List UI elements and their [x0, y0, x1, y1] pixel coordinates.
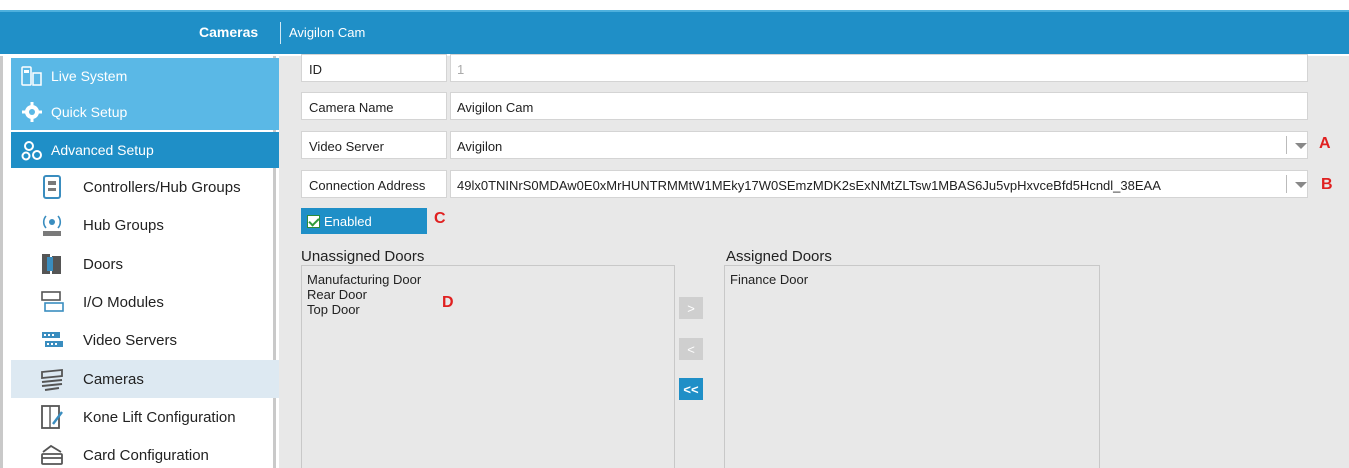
sidebar-item-label: Video Servers [83, 331, 177, 349]
gears-icon [21, 139, 43, 161]
door-icon [39, 251, 65, 277]
sidebar-item-doors[interactable]: Doors [11, 245, 279, 283]
sidebar-item-label: Live System [51, 68, 128, 84]
enabled-checkbox[interactable]: Enabled [301, 208, 427, 234]
list-item[interactable]: Rear Door [302, 287, 674, 302]
header-bar: Cameras Avigilon Cam [0, 10, 1349, 54]
chevron-down-icon[interactable] [1286, 136, 1310, 154]
controller-icon [39, 174, 65, 200]
connection-address-row: Connection Address 49lx0TNINrS0MDAw0E0xM… [301, 170, 1308, 198]
camera-name-label: Camera Name [301, 92, 447, 120]
sidebar-item-io-modules[interactable]: I/O Modules [11, 283, 279, 321]
sidebar: Live System Quick Setup Advanced Setup C… [0, 56, 279, 468]
sidebar-item-label: Cameras [83, 370, 144, 388]
sidebar-item-card-configuration[interactable]: Card Configuration [11, 436, 279, 468]
gear-icon [21, 101, 43, 123]
sidebar-item-label: Card Configuration [83, 446, 209, 464]
id-field: 1 [450, 54, 1308, 82]
sidebar-item-label: Controllers/Hub Groups [83, 178, 241, 196]
video-server-icon [39, 327, 65, 353]
sidebar-item-label: Hub Groups [83, 216, 164, 234]
unassign-all-button[interactable]: << [679, 378, 703, 400]
marker-d: D [442, 294, 454, 311]
unassigned-doors-title: Unassigned Doors [301, 248, 425, 265]
sidebar-item-advanced-setup[interactable]: Advanced Setup [11, 132, 279, 168]
list-item[interactable]: Manufacturing Door [302, 272, 674, 287]
connection-address-select[interactable]: 49lx0TNINrS0MDAw0E0xMrHUNTRMMtW1MEky17W0… [450, 170, 1308, 198]
sidebar-item-label: Kone Lift Configuration [83, 408, 236, 426]
sidebar-item-label: Doors [83, 255, 124, 273]
unassigned-doors-list[interactable]: Manufacturing Door Rear Door Top Door [301, 265, 675, 468]
enabled-label: Enabled [324, 213, 372, 229]
io-module-icon [39, 289, 65, 315]
list-item[interactable]: Top Door [302, 302, 674, 317]
assigned-doors-title: Assigned Doors [726, 248, 832, 265]
unassign-button[interactable]: < [679, 338, 703, 360]
id-label: ID [301, 54, 447, 82]
lift-icon [39, 404, 65, 430]
assign-button[interactable]: > [679, 297, 703, 319]
breadcrumb-separator [280, 22, 281, 44]
sidebar-item-hub-groups[interactable]: Hub Groups [11, 206, 279, 244]
sidebar-item-controllers-hub-groups[interactable]: Controllers/Hub Groups [11, 168, 279, 206]
connection-address-label: Connection Address [301, 170, 447, 198]
sidebar-item-live-system[interactable]: Live System [11, 58, 279, 94]
hub-icon [39, 212, 65, 238]
marker-c: C [434, 210, 446, 227]
main-panel: ID 1 Camera Name Avigilon Cam Video Serv… [279, 54, 1349, 468]
video-server-select[interactable]: Avigilon [450, 131, 1308, 159]
card-icon [39, 442, 65, 468]
sidebar-item-label: I/O Modules [83, 293, 164, 311]
video-server-row: Video Server Avigilon [301, 131, 1308, 159]
checkbox-checked-icon [307, 214, 320, 228]
list-item[interactable]: Finance Door [725, 272, 1099, 287]
id-row: ID 1 [301, 54, 1308, 82]
sidebar-item-label: Advanced Setup [51, 142, 154, 158]
sidebar-item-video-servers[interactable]: Video Servers [11, 321, 279, 359]
sidebar-item-label: Quick Setup [51, 104, 128, 120]
video-server-label: Video Server [301, 131, 447, 159]
sidebar-item-quick-setup[interactable]: Quick Setup [11, 94, 279, 130]
assigned-doors-list[interactable]: Finance Door [724, 265, 1100, 468]
breadcrumb-section[interactable]: Cameras [199, 24, 258, 40]
marker-b: B [1321, 176, 1333, 193]
breadcrumb-current: Avigilon Cam [289, 25, 366, 40]
camera-name-field[interactable]: Avigilon Cam [450, 92, 1308, 120]
camera-icon [39, 366, 65, 392]
camera-name-row: Camera Name Avigilon Cam [301, 92, 1308, 120]
sidebar-item-cameras[interactable]: Cameras [11, 360, 279, 398]
connection-address-value: 49lx0TNINrS0MDAw0E0xMrHUNTRMMtW1MEky17W0… [457, 178, 1161, 193]
marker-a: A [1319, 135, 1331, 152]
sidebar-item-kone-lift-configuration[interactable]: Kone Lift Configuration [11, 398, 279, 436]
live-system-icon [21, 65, 43, 87]
chevron-down-icon[interactable] [1286, 175, 1310, 193]
video-server-value: Avigilon [457, 139, 503, 154]
